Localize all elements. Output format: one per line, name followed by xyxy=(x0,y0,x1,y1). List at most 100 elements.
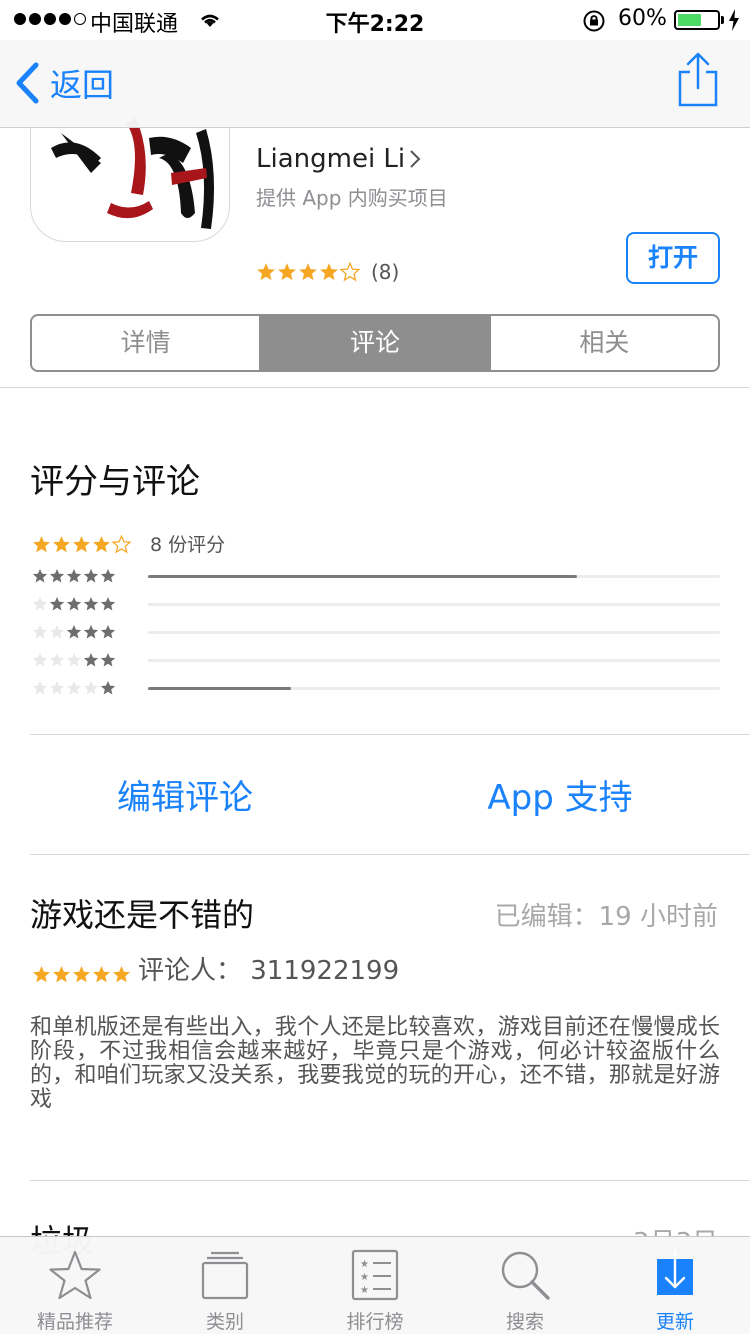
histogram-row xyxy=(32,563,720,591)
battery-percent: 60% xyxy=(618,6,667,31)
charging-icon xyxy=(728,9,740,37)
divider xyxy=(0,387,750,388)
star-icon xyxy=(278,263,296,281)
star-icon xyxy=(32,624,48,639)
share-button[interactable] xyxy=(676,52,720,112)
app-rating: (8) xyxy=(256,260,399,284)
star-icon xyxy=(93,966,110,983)
orientation-lock-icon xyxy=(582,9,606,39)
histogram-row xyxy=(32,619,720,647)
average-rating-stars xyxy=(32,535,132,554)
star-icon xyxy=(112,535,131,554)
ratings-section-title: 评分与评论 xyxy=(30,462,200,502)
chevron-left-icon xyxy=(16,62,39,104)
histogram-stars xyxy=(32,624,117,640)
star-icon xyxy=(83,568,99,583)
navigation-bar: 返回 xyxy=(0,40,750,128)
segmented-control: 详情 评论 相关 xyxy=(30,314,720,372)
star-icon xyxy=(53,966,70,983)
star-icon xyxy=(257,263,275,281)
star-icon xyxy=(73,536,90,553)
chevron-right-icon xyxy=(410,150,421,168)
star-icon xyxy=(49,680,65,695)
edit-review-link[interactable]: 编辑评论 xyxy=(30,770,340,819)
star-icon xyxy=(83,596,99,611)
star-icon xyxy=(32,596,48,611)
star-icon xyxy=(33,966,50,983)
review-stars xyxy=(32,965,132,984)
tab-label: 精品推荐 xyxy=(36,1311,113,1333)
share-icon xyxy=(678,52,718,107)
histogram-bar-track xyxy=(148,603,720,606)
status-bar: 中国联通 下午2:22 60% xyxy=(0,0,750,40)
developer-link[interactable]: Liangmei Li xyxy=(256,144,421,174)
app-support-link[interactable]: App 支持 xyxy=(410,770,710,819)
svg-text:★: ★ xyxy=(360,1285,369,1296)
open-button[interactable]: 打开 xyxy=(626,232,720,284)
star-rating-icon xyxy=(256,262,361,282)
histogram-bar-track xyxy=(148,575,720,578)
svg-text:★: ★ xyxy=(360,1259,369,1270)
histogram-stars xyxy=(32,596,117,612)
tab-categories[interactable]: 类别 xyxy=(150,1237,300,1334)
review-title: 游戏还是不错的 xyxy=(30,896,255,934)
divider xyxy=(30,734,750,735)
histogram-bar-track xyxy=(148,659,720,662)
star-icon xyxy=(100,652,116,667)
stack-icon xyxy=(200,1249,250,1305)
divider xyxy=(30,854,750,855)
star-icon xyxy=(83,624,99,639)
histogram-bar-track xyxy=(148,687,720,690)
star-icon xyxy=(340,262,360,282)
ratings-count: 8 份评分 xyxy=(150,534,226,556)
star-icon xyxy=(100,680,116,695)
histogram-stars xyxy=(32,652,117,668)
star-icon xyxy=(49,568,65,583)
star-icon xyxy=(66,624,82,639)
tab-featured[interactable]: 精品推荐 xyxy=(0,1237,150,1334)
developer-name: Liangmei Li xyxy=(256,144,406,174)
histogram-bar xyxy=(148,575,577,578)
tab-bar: 精品推荐 类别 ★ ★ ★ 排行榜 搜索 更新 xyxy=(0,1236,750,1334)
tab-top-charts[interactable]: ★ ★ ★ 排行榜 xyxy=(300,1237,450,1334)
star-icon xyxy=(66,568,82,583)
tab-updates[interactable]: 更新 xyxy=(600,1237,750,1334)
star-icon xyxy=(49,596,65,611)
tab-search[interactable]: 搜索 xyxy=(450,1237,600,1334)
download-icon xyxy=(655,1249,695,1303)
search-icon xyxy=(499,1249,551,1305)
star-icon xyxy=(100,624,116,639)
star-icon xyxy=(100,596,116,611)
tab-details[interactable]: 详情 xyxy=(32,316,259,370)
star-icon xyxy=(47,1249,103,1307)
star-icon xyxy=(33,536,50,553)
star-icon xyxy=(66,680,82,695)
star-icon xyxy=(299,263,317,281)
star-icon xyxy=(93,536,110,553)
star-icon xyxy=(49,624,65,639)
star-icon xyxy=(32,652,48,667)
back-label: 返回 xyxy=(50,66,115,104)
list-icon: ★ ★ ★ xyxy=(351,1249,399,1305)
tab-label: 类别 xyxy=(205,1311,244,1333)
histogram-stars xyxy=(32,568,117,584)
star-icon xyxy=(100,568,116,583)
star-icon xyxy=(83,680,99,695)
tab-reviews[interactable]: 评论 xyxy=(259,316,489,370)
rating-count: (8) xyxy=(371,260,400,284)
divider xyxy=(30,1180,750,1181)
tab-related[interactable]: 相关 xyxy=(488,316,718,370)
histogram-row xyxy=(32,591,720,619)
histogram-row xyxy=(32,647,720,675)
star-icon xyxy=(53,536,70,553)
back-button[interactable]: 返回 xyxy=(14,60,114,106)
star-icon xyxy=(83,652,99,667)
tab-label: 排行榜 xyxy=(346,1311,404,1333)
histogram-stars xyxy=(32,680,117,696)
battery-icon xyxy=(674,10,720,30)
histogram-row xyxy=(32,675,720,703)
star-icon xyxy=(32,680,48,695)
histogram-bar-track xyxy=(148,631,720,634)
star-icon xyxy=(73,966,90,983)
star-icon xyxy=(113,966,130,983)
